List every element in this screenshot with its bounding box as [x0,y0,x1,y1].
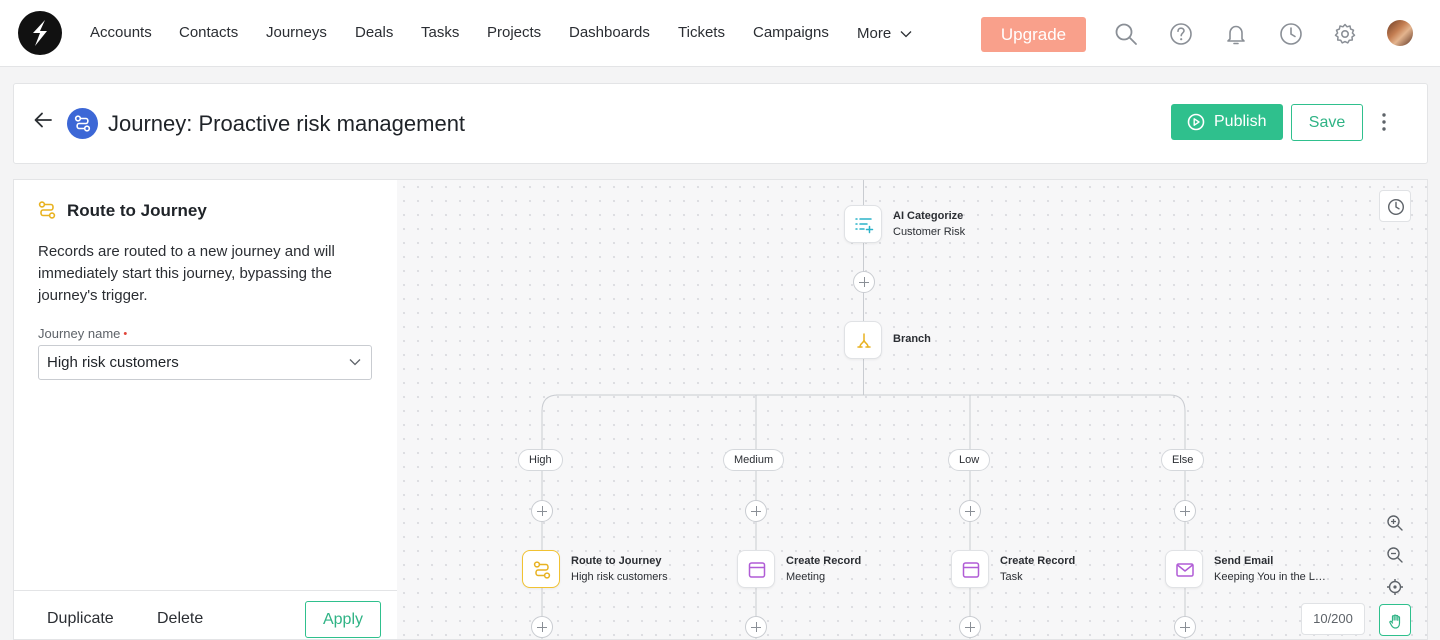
route-to-journey-subtitle: High risk customers [571,571,668,583]
branch-label-else[interactable]: Else [1161,449,1205,471]
journey-name-label-text: Journey name [38,326,121,341]
nav-tickets[interactable]: Tickets [678,23,725,43]
route-to-journey-title: Route to Journey [571,555,662,567]
nav-dashboards[interactable]: Dashboards [569,23,650,43]
create-record-task-title: Create Record [1000,555,1076,567]
pan-mode-button[interactable] [1379,604,1411,636]
panel-title: Route to Journey [67,201,207,220]
add-step-button[interactable] [1174,616,1196,638]
record-icon [962,562,980,578]
version-history-button[interactable] [1379,190,1411,222]
create-record-meeting-title: Create Record [786,555,862,567]
mail-icon [1176,563,1194,577]
nav-journeys[interactable]: Journeys [266,23,327,43]
add-step-button[interactable] [1174,500,1196,522]
user-avatar[interactable] [1387,20,1413,46]
search-icon[interactable] [1114,22,1138,46]
create-record-meeting-subtitle: Meeting [786,571,826,583]
chevron-down-icon[interactable] [900,30,912,38]
route-icon [38,201,56,219]
send-email-node[interactable] [1165,550,1203,588]
chevron-down-icon [349,359,361,366]
nav-accounts[interactable]: Accounts [90,23,152,43]
ai-list-icon [855,218,874,234]
delete-button[interactable]: Delete [157,609,203,629]
crosshair-icon [1387,579,1403,595]
route-icon [533,561,551,579]
branch-node[interactable] [844,321,882,359]
ai-categorize-node[interactable] [844,205,882,243]
gear-icon[interactable] [1333,22,1357,46]
clock-icon[interactable] [1279,22,1303,46]
upgrade-button[interactable]: Upgrade [981,17,1086,52]
create-record-task-subtitle: Task [1000,571,1023,583]
panel-footer: Duplicate Delete Apply [14,590,398,640]
branch-label-low[interactable]: Low [948,449,991,471]
zoom-in-button[interactable] [1380,508,1410,538]
required-indicator: • [123,328,128,340]
duplicate-button[interactable]: Duplicate [47,609,114,629]
nav-deals[interactable]: Deals [355,23,393,43]
ai-categorize-subtitle: Customer Risk [893,226,966,238]
add-step-button[interactable] [531,616,553,638]
save-button[interactable]: Save [1291,104,1363,141]
nav-contacts[interactable]: Contacts [179,23,238,43]
zoom-level: 10/200 [1301,603,1365,635]
add-step-button[interactable] [531,500,553,522]
nav-projects[interactable]: Projects [487,23,541,43]
play-circle-icon [1187,113,1205,131]
node-settings-panel: Route to Journey Records are routed to a… [13,179,398,640]
add-step-button[interactable] [959,616,981,638]
journey-header: Journey: Proactive risk management Publi… [13,83,1428,164]
create-record-meeting-node[interactable] [737,550,775,588]
add-step-button[interactable] [959,500,981,522]
journey-name-select[interactable]: High risk customers [38,345,372,380]
send-email-subtitle: Keeping You in the L… [1214,571,1326,583]
journey-canvas[interactable]: AI Categorize Customer Risk Branch High … [397,179,1428,640]
publish-label: Publish [1214,113,1267,130]
top-navigation: Accounts Contacts Journeys Deals Tasks P… [0,0,1440,67]
back-arrow-icon[interactable] [34,112,52,128]
nav-tasks[interactable]: Tasks [421,23,459,43]
apply-button[interactable]: Apply [305,601,381,638]
logo-mark-icon [33,20,47,46]
zoom-out-icon [1387,547,1403,563]
nav-campaigns[interactable]: Campaigns [753,23,829,43]
page-title: Journey: Proactive risk management [108,111,466,136]
journey-name-value: High risk customers [47,354,179,371]
clock-icon [1387,198,1405,216]
panel-description: Records are routed to a new journey and … [38,243,335,304]
journey-name-label: Journey name • [38,326,127,343]
branch-icon [857,333,871,348]
journey-icon [67,108,98,139]
app-logo[interactable] [18,11,62,55]
zoom-out-button[interactable] [1380,540,1410,570]
bell-icon[interactable] [1224,22,1248,46]
more-options-icon[interactable] [1381,112,1387,132]
zoom-in-icon [1387,515,1403,531]
create-record-task-node[interactable] [951,550,989,588]
ai-categorize-title: AI Categorize [893,210,964,222]
branch-label-high[interactable]: High [518,449,563,471]
add-step-button[interactable] [745,500,767,522]
publish-button[interactable]: Publish [1171,104,1283,140]
recenter-button[interactable] [1380,572,1410,602]
send-email-title: Send Email [1214,555,1274,567]
add-step-button[interactable] [852,271,875,293]
help-icon[interactable] [1169,22,1193,46]
record-icon [748,562,766,578]
nav-more[interactable]: More [857,24,891,44]
route-to-journey-node[interactable] [522,550,560,588]
branch-title: Branch [893,333,931,345]
hand-icon [1389,614,1401,629]
add-step-button[interactable] [745,616,767,638]
branch-label-medium[interactable]: Medium [723,449,785,471]
